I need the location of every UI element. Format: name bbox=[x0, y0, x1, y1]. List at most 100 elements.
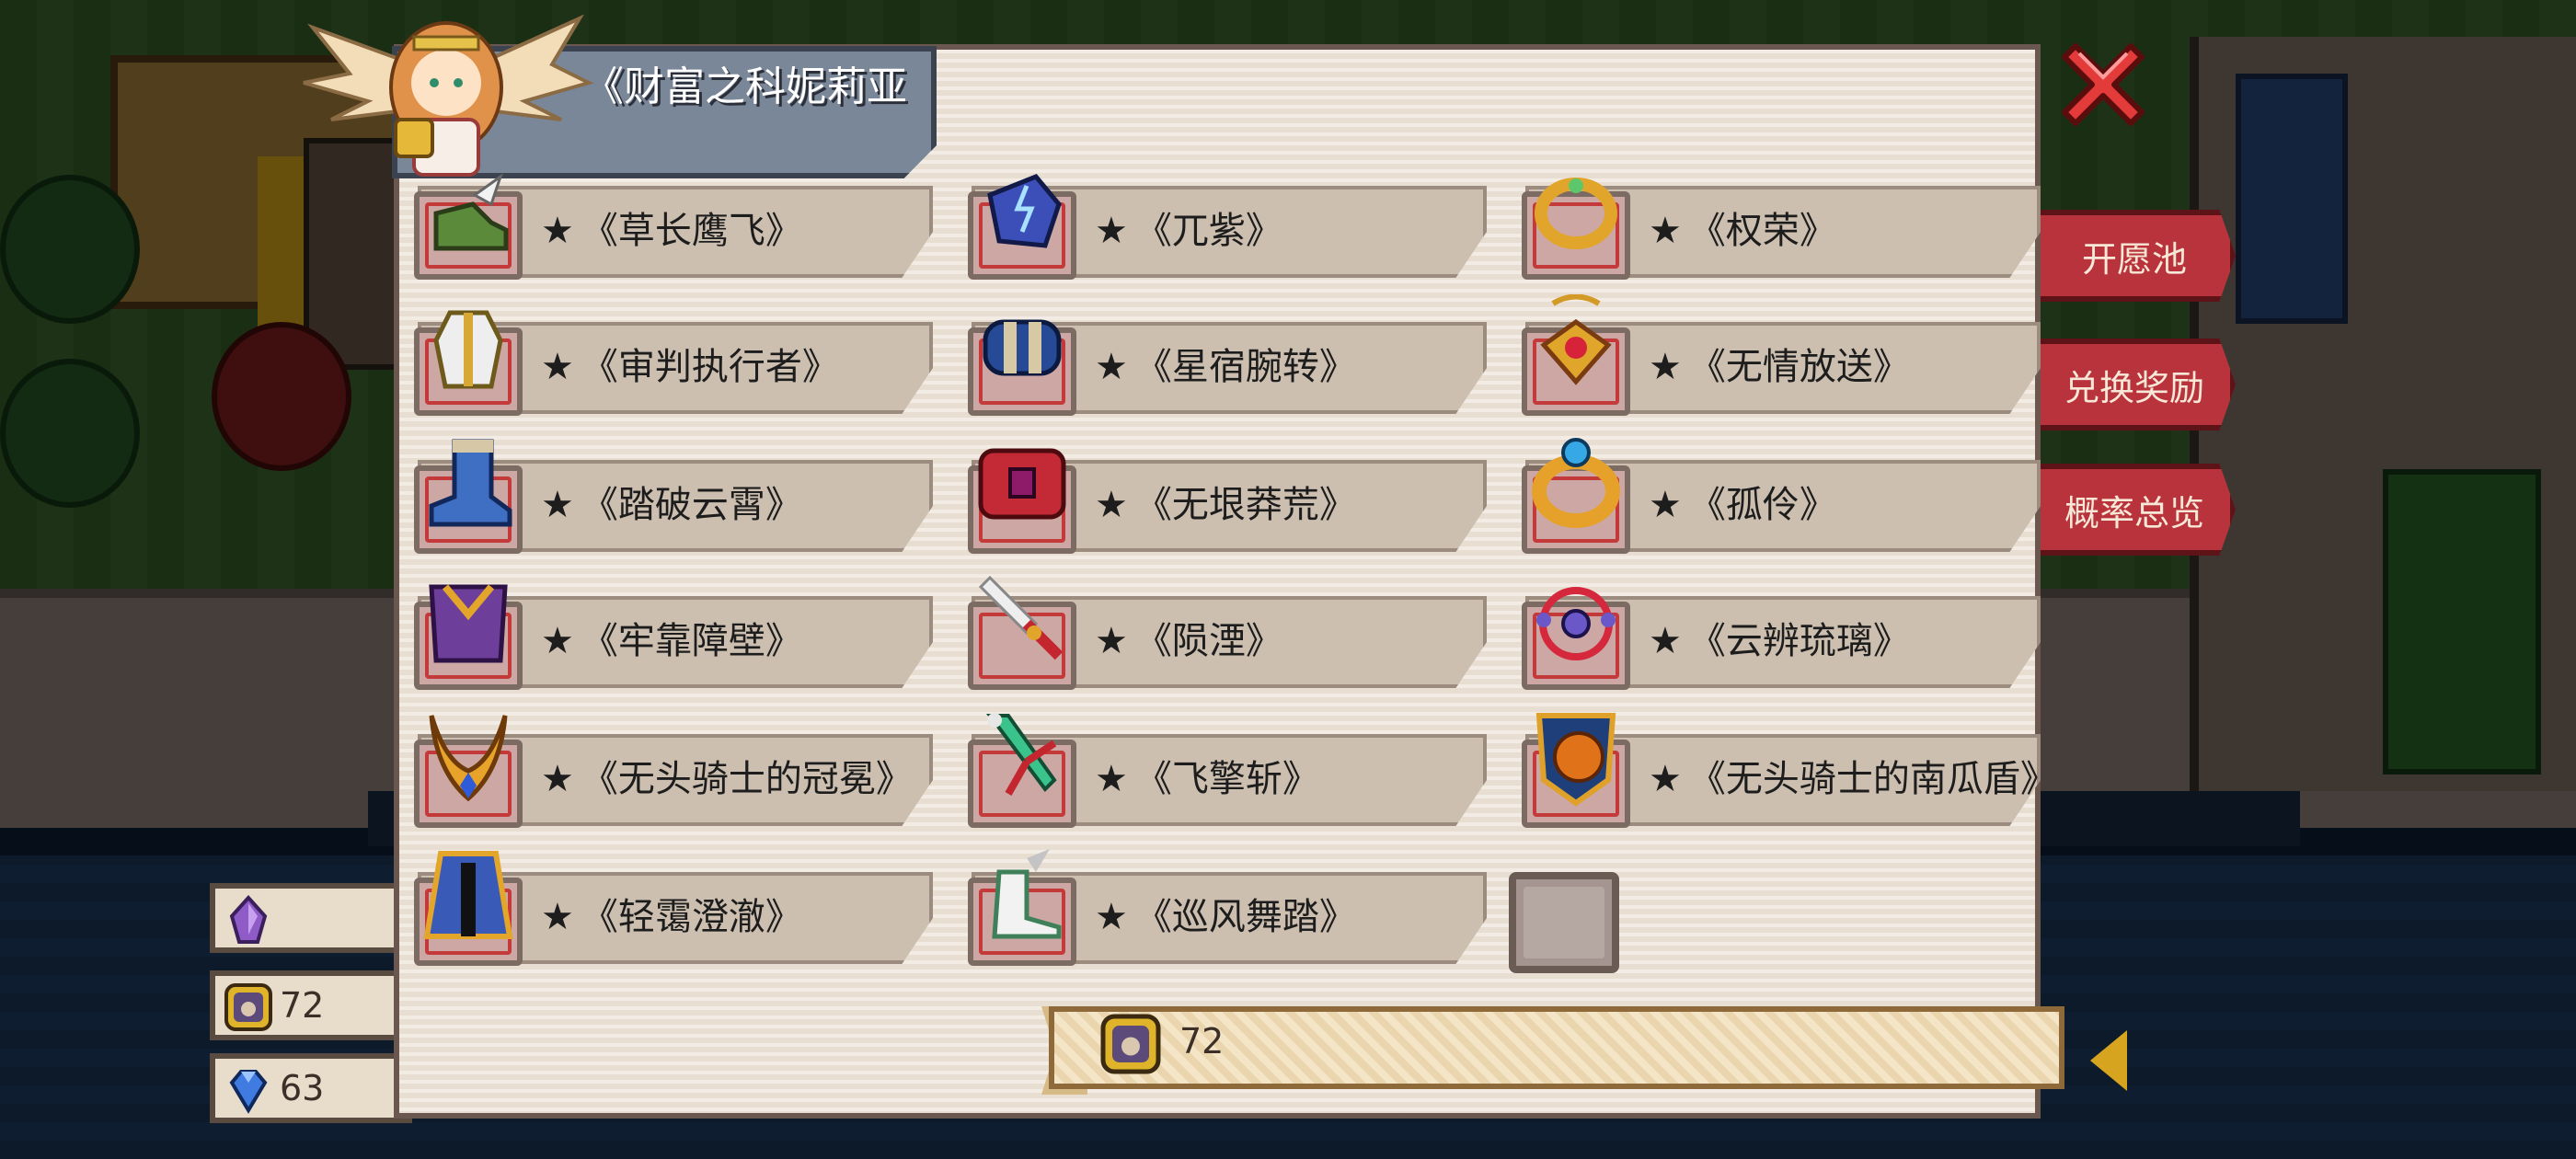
page-title: 《财富之科妮莉亚 bbox=[583, 63, 907, 110]
reward-item-card[interactable]: ★ 《无情放送》 bbox=[1511, 294, 2063, 419]
item-name-label: 《巡风舞踏》 bbox=[1134, 896, 1356, 938]
item-name-label: 《陨湮》 bbox=[1134, 620, 1282, 662]
item-name-label: 《星宿腕转》 bbox=[1134, 346, 1356, 388]
star-icon: ★ bbox=[1095, 896, 1128, 938]
star-icon: ★ bbox=[541, 896, 574, 938]
item-name-label: 《轻霭澄澈》 bbox=[581, 896, 802, 938]
item-name: ★ 《巡风舞踏》 bbox=[1095, 887, 1356, 940]
currency-coin: 72 bbox=[210, 970, 412, 1040]
reward-item-card[interactable]: ★ 《轻霭澄澈》 bbox=[403, 851, 955, 970]
horned-crown-icon bbox=[429, 715, 508, 802]
reward-item-card[interactable]: ★ 《巡风舞踏》 bbox=[957, 849, 1509, 970]
item-name: ★ 《牢靠障壁》 bbox=[541, 611, 802, 664]
heavy-armor-icon bbox=[429, 584, 508, 663]
currency-value: 72 bbox=[280, 985, 325, 1026]
item-name: ★ 《权荣》 bbox=[1649, 201, 1836, 254]
reward-item-card[interactable]: ★ 《踏破云霄》 bbox=[403, 439, 955, 557]
side-tab-label: 开愿池 bbox=[2081, 238, 2187, 280]
close-button[interactable] bbox=[2057, 37, 2149, 129]
side-tab-exchange-reward[interactable]: 兑换奖励 bbox=[2033, 339, 2236, 430]
star-icon: ★ bbox=[541, 484, 574, 526]
red-belt-icon bbox=[978, 448, 1066, 520]
item-name: ★ 《无头骑士的南瓜盾》 bbox=[1649, 749, 2057, 802]
blue-boot-icon bbox=[429, 439, 512, 527]
close-icon bbox=[2062, 43, 2145, 126]
star-icon: ★ bbox=[1095, 620, 1128, 662]
blue-gem-icon bbox=[229, 1070, 268, 1114]
item-name-label: 《无情放送》 bbox=[1688, 346, 1910, 388]
reward-item-card[interactable]: ★ 《飞擎斩》 bbox=[957, 713, 1509, 832]
lightning-gauntlet-icon bbox=[987, 174, 1062, 248]
item-name-label: 《审判执行者》 bbox=[581, 346, 839, 388]
currency-gem: 63 bbox=[210, 1053, 412, 1123]
item-name: ★ 《飞擎斩》 bbox=[1095, 749, 1319, 802]
ruby-amulet-icon bbox=[1540, 294, 1612, 385]
green-sword-icon bbox=[986, 713, 1057, 796]
item-name: ★ 《无垠莽荒》 bbox=[1095, 475, 1356, 528]
feather-boot-icon bbox=[992, 849, 1062, 939]
item-name: ★ 《无情放送》 bbox=[1649, 337, 1910, 390]
reward-item-card[interactable]: ★ 《牢靠障壁》 bbox=[403, 584, 955, 694]
reward-item-card[interactable]: ★ 《无垠莽荒》 bbox=[957, 448, 1509, 557]
item-name: ★ 《星宿腕转》 bbox=[1095, 337, 1356, 390]
empty-item-slot bbox=[1509, 872, 1619, 973]
star-icon: ★ bbox=[1649, 484, 1682, 526]
star-icon: ★ bbox=[1649, 758, 1682, 800]
item-name: ★ 《兀紫》 bbox=[1095, 201, 1282, 254]
star-icon: ★ bbox=[541, 210, 574, 252]
star-icon: ★ bbox=[1095, 210, 1128, 252]
gold-ring-icon bbox=[1535, 178, 1617, 249]
star-icon: ★ bbox=[1095, 346, 1128, 388]
item-name: ★ 《陨湮》 bbox=[1095, 611, 1282, 664]
blue-robe-icon bbox=[423, 851, 513, 939]
reward-item-card[interactable]: ★ 《无头骑士的南瓜盾》 bbox=[1511, 713, 2063, 832]
reward-item-card[interactable]: ★ 《草长鹰飞》 bbox=[403, 173, 955, 283]
purple-crystal-icon bbox=[229, 895, 268, 944]
side-tab-probability[interactable]: 概率总览 bbox=[2033, 464, 2236, 556]
reward-item-card[interactable]: ★ 《孤伶》 bbox=[1511, 438, 2063, 557]
item-name-label: 《无头骑士的南瓜盾》 bbox=[1688, 758, 2057, 800]
item-name: ★ 《轻霭澄澈》 bbox=[541, 887, 802, 940]
winged-boot-icon bbox=[433, 173, 509, 251]
item-name-label: 《草长鹰飞》 bbox=[581, 210, 802, 252]
cost-value: 72 bbox=[1179, 1021, 1225, 1061]
sapphire-ring-icon bbox=[1532, 438, 1620, 528]
item-name: ★ 《孤伶》 bbox=[1649, 475, 1836, 528]
orb-necklace-icon bbox=[1536, 587, 1616, 660]
item-name: ★ 《无头骑士的冠冕》 bbox=[541, 749, 913, 802]
item-name-label: 《云辨琉璃》 bbox=[1688, 620, 1910, 662]
item-name: ★ 《云辨琉璃》 bbox=[1649, 611, 1910, 664]
item-name-label: 《无头骑士的冠冕》 bbox=[581, 758, 913, 800]
reward-item-card[interactable]: ★ 《陨湮》 bbox=[957, 575, 1509, 694]
reward-item-card[interactable]: ★ 《权荣》 bbox=[1511, 175, 2063, 283]
item-name-label: 《牢靠障壁》 bbox=[581, 620, 802, 662]
reward-item-card[interactable]: ★ 《云辨琉璃》 bbox=[1511, 585, 2063, 694]
star-icon: ★ bbox=[1095, 758, 1128, 800]
side-tab-wish-pool[interactable]: 开愿池 bbox=[2033, 210, 2236, 302]
item-name: ★ 《审判执行者》 bbox=[541, 337, 839, 390]
item-name-label: 《权荣》 bbox=[1688, 210, 1836, 252]
star-icon: ★ bbox=[1649, 210, 1682, 252]
coin-token-icon bbox=[224, 983, 272, 1031]
coin-token-icon bbox=[1100, 1014, 1161, 1074]
side-tab-label: 概率总览 bbox=[2064, 492, 2204, 534]
reward-item-card[interactable]: ★ 《无头骑士的冠冕》 bbox=[403, 715, 955, 832]
item-name: ★ 《踏破云霄》 bbox=[541, 475, 802, 528]
star-icon: ★ bbox=[1095, 484, 1128, 526]
item-name: ★ 《草长鹰飞》 bbox=[541, 201, 802, 254]
star-icon: ★ bbox=[1649, 620, 1682, 662]
currency-value: 63 bbox=[280, 1068, 325, 1108]
star-icon: ★ bbox=[541, 620, 574, 662]
star-icon: ★ bbox=[541, 346, 574, 388]
white-armor-icon bbox=[433, 310, 503, 389]
item-name-label: 《兀紫》 bbox=[1134, 210, 1282, 252]
side-tab-label: 兑换奖励 bbox=[2064, 367, 2204, 408]
item-name-label: 《无垠莽荒》 bbox=[1134, 484, 1356, 526]
reward-item-card[interactable]: ★ 《审判执行者》 bbox=[403, 310, 955, 419]
star-icon: ★ bbox=[541, 758, 574, 800]
currency-crystal bbox=[210, 883, 412, 953]
reward-item-card[interactable]: ★ 《星宿腕转》 bbox=[957, 311, 1509, 419]
reward-item-card[interactable]: ★ 《兀紫》 bbox=[957, 174, 1509, 283]
item-name-label: 《踏破云霄》 bbox=[581, 484, 802, 526]
pumpkin-shield-icon bbox=[1535, 713, 1616, 807]
